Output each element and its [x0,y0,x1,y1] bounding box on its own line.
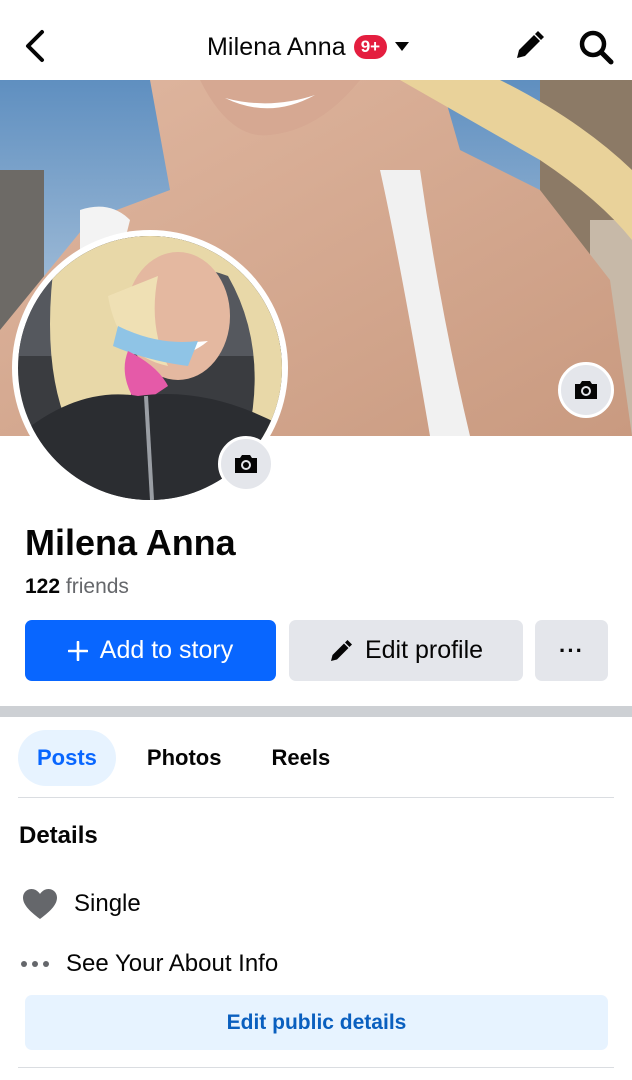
relationship-status: Single [22,888,141,920]
avatar-camera-icon[interactable] [218,436,274,492]
add-to-story-label: Add to story [99,636,234,664]
bottom-divider [18,1067,614,1068]
more-icon: ··· [559,637,584,663]
cover-camera-icon[interactable] [558,362,614,418]
friends-label: friends [65,575,129,598]
friends-count[interactable]: 122 friends [25,575,129,599]
pencil-icon [330,639,352,661]
more-options-button[interactable]: ··· [535,620,608,681]
header-title: Milena Anna [207,32,346,61]
profile-switcher[interactable]: Milena Anna 9+ [207,30,410,64]
profile-name: Milena Anna [25,522,236,563]
plus-icon [67,640,88,661]
pencil-icon[interactable] [512,29,546,63]
search-icon[interactable] [577,28,615,66]
about-info-link[interactable]: See Your About Info [20,950,278,978]
ellipsis-icon [21,961,49,967]
top-bar: Milena Anna 9+ [0,0,632,80]
profile-tabs: Posts Photos Reels [18,730,361,786]
about-info-label: See Your About Info [66,950,279,977]
caret-down-icon [395,42,410,51]
add-to-story-button[interactable]: Add to story [25,620,276,681]
tab-posts[interactable]: Posts [18,730,116,786]
friends-number: 122 [25,575,61,598]
edit-profile-label: Edit profile [364,636,484,664]
tab-reels[interactable]: Reels [252,730,349,786]
section-separator [0,706,632,717]
edit-profile-button[interactable]: Edit profile [289,620,523,681]
relationship-label: Single [74,890,141,917]
tab-divider [18,797,614,798]
notification-badge: 9+ [353,35,388,59]
tab-photos[interactable]: Photos [128,730,241,786]
details-heading: Details [19,822,98,849]
edit-public-details-button[interactable]: Edit public details [25,995,608,1050]
back-icon[interactable] [20,28,52,64]
heart-icon [23,889,57,919]
